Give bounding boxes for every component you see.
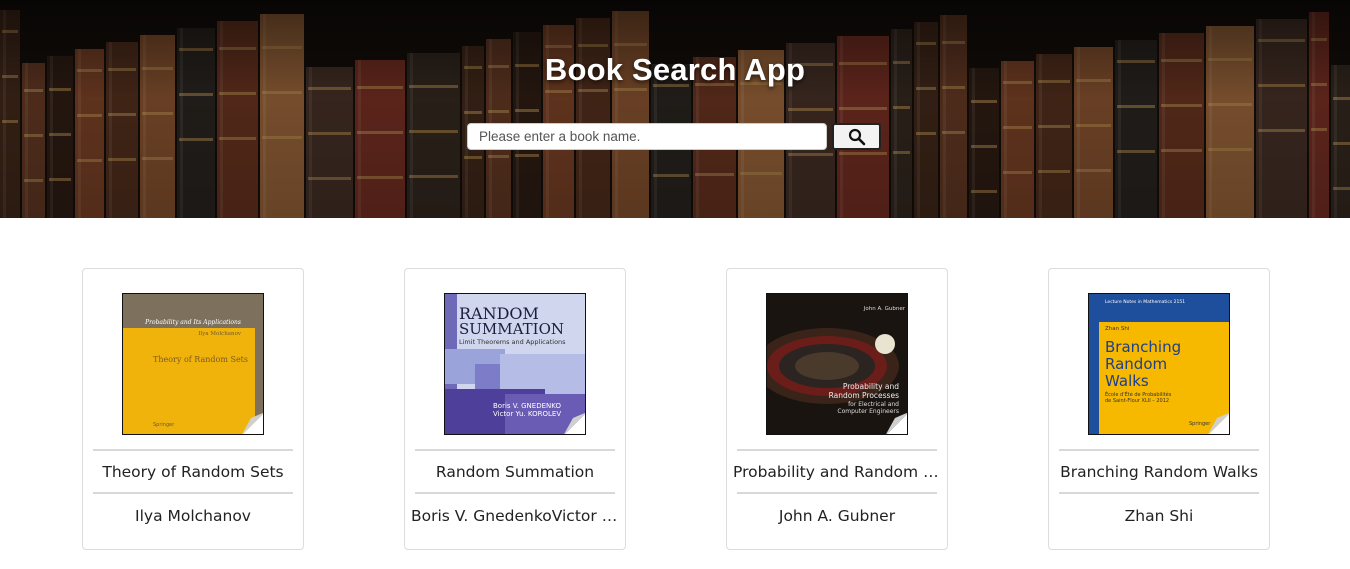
card-divider [415, 449, 615, 451]
cover-art: Probability and Its Applications Ilya Mo… [123, 294, 263, 434]
cover-title-line3: Walks [1105, 372, 1149, 390]
cover-title-line2: Random Processes [829, 391, 900, 400]
book-title[interactable]: Random Summation [411, 463, 619, 481]
cover-title: Theory of Random Sets [153, 355, 248, 364]
book-card[interactable]: RANDOM SUMMATION Limit Theorems and Appl… [404, 268, 626, 550]
book-cover[interactable]: Probability and Its Applications Ilya Mo… [122, 293, 264, 435]
cover-author: Zhan Shi [1105, 326, 1130, 332]
book-title[interactable]: Probability and Random P... [733, 463, 941, 481]
cover-title-line2: Random [1105, 355, 1167, 373]
cover-title-line4: Computer Engineers [837, 408, 899, 415]
cover-art: Lecture Notes in Mathematics 2151 Zhan S… [1089, 294, 1229, 434]
cover-author: John A. Gubner [863, 306, 906, 312]
page-title: Book Search App [544, 52, 806, 87]
search-icon [848, 128, 865, 145]
cover-subtitle: Limit Theorems and Applications [459, 338, 566, 346]
cover-title-line2: SUMMATION [459, 320, 564, 338]
cover-subtitle-1: École d'Été de Probabilités [1105, 390, 1172, 398]
card-divider [737, 492, 937, 494]
cover-publisher: Springer [1189, 421, 1211, 427]
book-cover[interactable]: RANDOM SUMMATION Limit Theorems and Appl… [444, 293, 586, 435]
cover-author-1: Boris V. GNEDENKO [493, 402, 561, 410]
card-divider [1059, 449, 1259, 451]
book-card[interactable]: Probability and Its Applications Ilya Mo… [82, 268, 304, 550]
cover-art: John A. Gubner Probability and Random Pr… [767, 294, 907, 434]
card-divider [1059, 492, 1259, 494]
book-author: John A. Gubner [778, 507, 896, 525]
book-author: Zhan Shi [1124, 507, 1194, 525]
cover-author: Ilya Molchanov [198, 331, 242, 337]
book-title[interactable]: Theory of Random Sets [89, 463, 297, 481]
card-divider [93, 492, 293, 494]
card-divider [737, 449, 937, 451]
book-cover[interactable]: John A. Gubner Probability and Random Pr… [766, 293, 908, 435]
cover-title-line1: Probability and [843, 382, 899, 391]
book-card[interactable]: John A. Gubner Probability and Random Pr… [726, 268, 948, 550]
cover-subtitle-2: de Saint-Flour XLII – 2012 [1105, 398, 1169, 404]
book-cover[interactable]: Lecture Notes in Mathematics 2151 Zhan S… [1088, 293, 1230, 435]
cover-title-line3: for Electrical and [848, 401, 899, 408]
cover-art: RANDOM SUMMATION Limit Theorems and Appl… [445, 294, 585, 434]
cover-publisher: Springer [153, 422, 175, 428]
header-banner: Book Search App [0, 0, 1350, 218]
cover-series: Probability and Its Applications [144, 319, 241, 326]
card-divider [93, 449, 293, 451]
cover-series: Lecture Notes in Mathematics 2151 [1105, 299, 1185, 305]
card-divider [415, 492, 615, 494]
cover-author-2: Victor Yu. KOROLEV [493, 410, 561, 418]
results-grid: Probability and Its Applications Ilya Mo… [0, 218, 1350, 569]
search-button[interactable] [832, 123, 881, 150]
book-author: Ilya Molchanov [135, 507, 251, 525]
banner-overlay [0, 0, 1350, 218]
cover-title-line1: Branching [1105, 338, 1181, 356]
search-input[interactable] [467, 123, 827, 150]
book-title[interactable]: Branching Random Walks [1055, 463, 1263, 481]
book-card[interactable]: Lecture Notes in Mathematics 2151 Zhan S… [1048, 268, 1270, 550]
book-author: Boris V. GnedenkoVictor Y... [411, 507, 619, 525]
